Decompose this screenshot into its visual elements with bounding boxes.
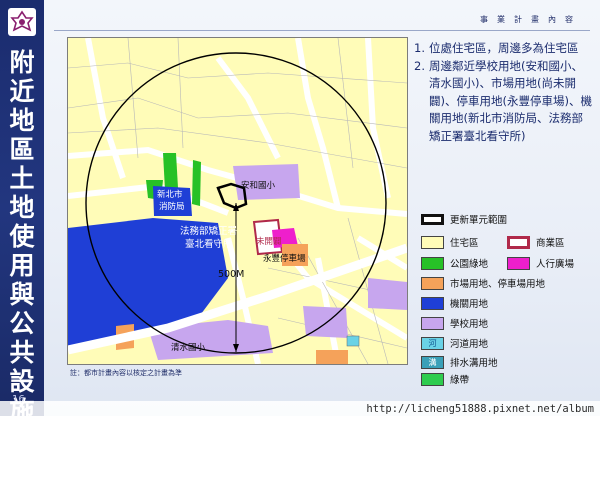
map-legend: 更新單元範圍 住宅區 商業區 公園綠地 人行廣場 市場用地、停車場用地 機關用地: [421, 212, 597, 386]
map-label-fire-dept-1: 新北市: [157, 189, 183, 200]
plaza-swatch: [507, 256, 530, 270]
drain-swatch: 溝: [421, 355, 444, 369]
notes-list: 1. 位處住宅區，周邊多為住宅區 2. 周邊鄰近學校用地(安和國小、清水國小)、…: [414, 40, 594, 145]
legend-school: 學校用地: [421, 316, 488, 330]
title-char: 近: [9, 77, 35, 106]
legend-label: 更新單元範圍: [450, 215, 508, 226]
note-number: 1.: [414, 41, 425, 55]
market-swatch: [421, 276, 444, 290]
land-use-map: 新北市 消防局 法務部矯正署 臺北看守所 安和國小 清水國小 未開闢 永豐停車場…: [67, 37, 408, 365]
zoning-map-graphic: 新北市 消防局 法務部矯正署 臺北看守所 安和國小 清水國小 未開闢 永豐停車場…: [68, 38, 407, 364]
company-logo-icon: [8, 8, 36, 36]
legend-label: 人行廣場: [536, 259, 575, 270]
greenbelt-swatch: [421, 372, 444, 386]
title-char: 共: [9, 338, 35, 367]
legend-institution: 機關用地: [421, 296, 488, 310]
watermark-url: http://licheng51888.pixnet.net/album: [366, 403, 594, 415]
header-rule: [54, 30, 590, 31]
boundary-swatch: [421, 213, 444, 225]
legend-label: 市場用地、停車場用地: [450, 279, 546, 290]
note-item: 1. 位處住宅區，周邊多為住宅區: [414, 40, 594, 58]
map-label-detention-2: 臺北看守所: [185, 238, 233, 250]
legend-park: 公園綠地: [421, 256, 488, 270]
note-number: 2.: [414, 58, 425, 73]
legend-label: 綠帶: [450, 375, 470, 386]
title-char: 公: [9, 309, 35, 338]
legend-market-parking: 市場用地、停車場用地: [421, 276, 545, 290]
map-label-unopened: 未開闢: [256, 236, 282, 247]
map-label-radius: 500M: [218, 269, 244, 280]
institution-swatch: [421, 296, 444, 310]
legend-drain: 溝 排水溝用地: [421, 355, 498, 369]
map-footnote: 註：都市計畫內容以核定之計畫為準: [70, 369, 182, 377]
legend-commercial: 商業區: [507, 235, 565, 249]
map-label-detention-1: 法務部矯正署: [180, 225, 237, 237]
legend-greenbelt: 綠帶: [421, 372, 469, 386]
legend-river: 河 河道用地: [421, 336, 488, 350]
residential-swatch: [421, 235, 444, 249]
title-char: 地: [9, 193, 35, 222]
legend-label: 排水溝用地: [450, 358, 498, 369]
map-label-fire-dept-2: 消防局: [159, 201, 185, 212]
commercial-swatch: [507, 235, 530, 249]
title-char: 現: [9, 425, 35, 454]
page-title: 附近地區土地使用與公共設施現況: [5, 48, 39, 483]
legend-label: 商業區: [536, 238, 565, 249]
title-char: 區: [9, 135, 35, 164]
map-label-qingshui-school: 清水國小: [171, 342, 206, 353]
title-char: 附: [9, 48, 35, 77]
note-text: 周邊鄰近學校用地(安和國小、清水國小)、市場用地(尚未開闢)、停車用地(永豐停車…: [429, 58, 592, 143]
legend-label: 河道用地: [450, 339, 489, 350]
title-char: 用: [9, 251, 35, 280]
school-swatch: [421, 316, 444, 330]
title-char: 況: [9, 454, 35, 483]
legend-label: 公園綠地: [450, 259, 489, 270]
title-char: 土: [9, 164, 35, 193]
note-item: 2. 周邊鄰近學校用地(安和國小、清水國小)、市場用地(尚未開闢)、停車用地(永…: [414, 58, 594, 146]
title-band: 附近地區土地使用與公共設施現況 16: [0, 0, 44, 483]
slide: 附近地區土地使用與公共設施現況 16 事業計畫內容: [0, 0, 600, 483]
legend-plaza: 人行廣場: [507, 256, 574, 270]
title-char: 與: [9, 280, 35, 309]
legend-label: 機關用地: [450, 299, 489, 310]
legend-label: 學校用地: [450, 319, 489, 330]
title-char: 地: [9, 106, 35, 135]
note-text: 位處住宅區，周邊多為住宅區: [429, 41, 579, 55]
legend-label: 住宅區: [450, 238, 479, 249]
title-char: 設: [9, 367, 35, 396]
river-swatch: 河: [421, 336, 444, 350]
park-swatch: [421, 256, 444, 270]
title-char: 使: [9, 222, 35, 251]
map-label-anhe-school: 安和國小: [241, 180, 276, 191]
section-header: 事業計畫內容: [480, 15, 582, 24]
legend-residential: 住宅區: [421, 235, 479, 249]
legend-boundary: 更新單元範圍: [421, 212, 507, 226]
map-label-parking: 永豐停車場: [263, 253, 306, 264]
